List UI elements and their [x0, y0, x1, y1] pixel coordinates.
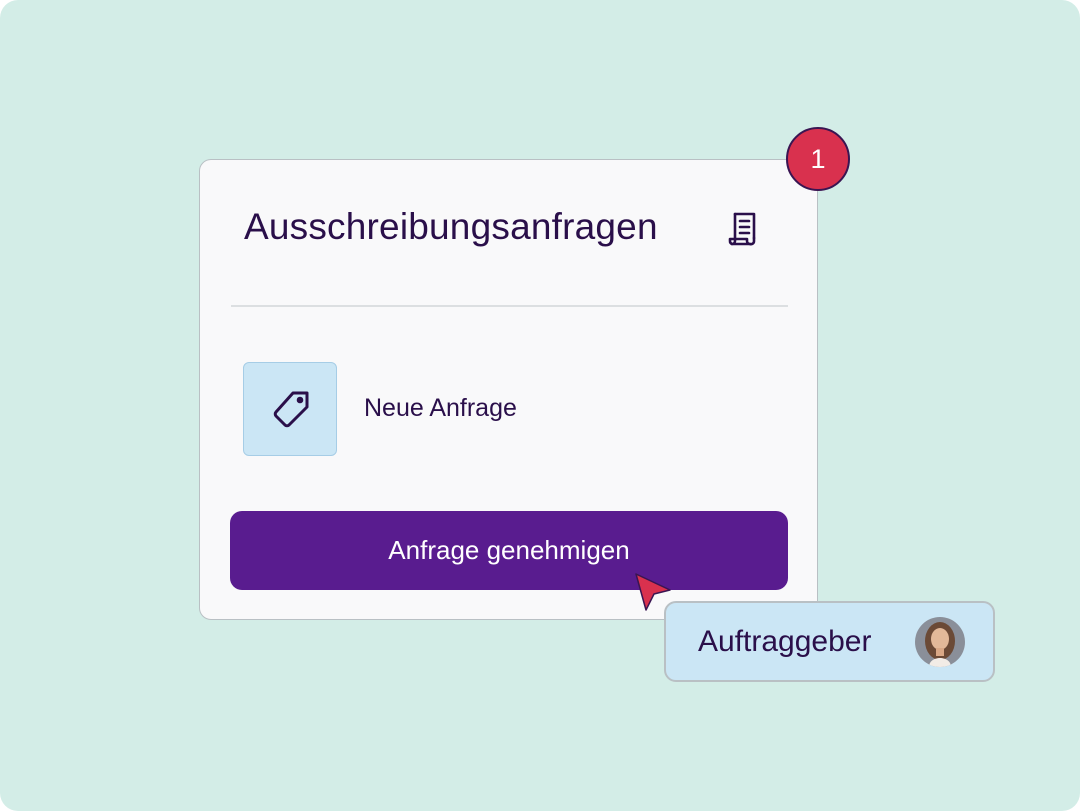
- card-title: Ausschreibungsanfragen: [244, 206, 658, 247]
- tag-icon: [273, 391, 309, 428]
- user-role-chip[interactable]: Auftraggeber: [664, 601, 995, 682]
- user-role-label: Auftraggeber: [698, 625, 872, 658]
- document-icon: [728, 212, 756, 246]
- new-request-label[interactable]: Neue Anfrage: [364, 394, 517, 423]
- avatar: [915, 617, 965, 667]
- approve-request-button[interactable]: Anfrage genehmigen: [230, 511, 788, 590]
- new-request-icon-box: [243, 362, 337, 456]
- notification-badge: 1: [786, 127, 850, 191]
- illustration-canvas: Ausschreibungsanfragen Neue Anfrage Anfr…: [0, 0, 1080, 811]
- divider: [231, 305, 788, 307]
- tender-requests-card: Ausschreibungsanfragen Neue Anfrage Anfr…: [199, 159, 818, 620]
